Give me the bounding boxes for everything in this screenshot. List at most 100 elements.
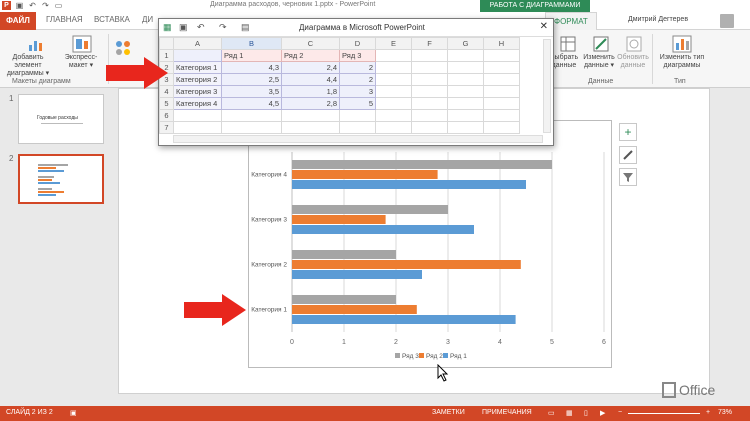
series-name-cell[interactable]: Ряд 1 [221,49,282,62]
value-cell[interactable]: 4,5 [221,97,282,110]
close-icon[interactable]: ✕ [540,21,548,32]
chart-elements-button[interactable]: + [619,123,637,141]
cell[interactable] [447,49,484,62]
comments-button[interactable]: ПРИМЕЧАНИЯ [482,409,532,416]
cell[interactable] [375,73,412,86]
redo-icon[interactable]: ↷ [219,22,227,33]
slideshow-icon[interactable]: ▶ [600,409,605,417]
cell[interactable] [447,121,484,134]
cell[interactable] [375,109,412,122]
cell-table[interactable]: A B C D E F G H 1 Ряд 1 Ряд 2 Ряд 3 2 Категория 1 4,3 2… [159,37,520,134]
horizontal-scrollbar[interactable] [173,135,543,143]
value-cell[interactable]: 5 [339,97,376,110]
powerpoint-icon[interactable]: P [2,1,11,10]
bar-chart[interactable]: 0 1 2 3 4 5 6 Категория 1 Категория 2 Категория 3… [248,120,612,368]
cell[interactable] [447,109,484,122]
cell[interactable] [375,49,412,62]
column-header[interactable]: C [281,37,340,50]
cell[interactable] [411,121,448,134]
undo-icon[interactable]: ↶ [197,22,205,33]
cell[interactable] [483,61,520,74]
column-header[interactable]: A [173,37,222,50]
value-cell[interactable]: 2 [339,61,376,74]
refresh-data-button[interactable]: Обновить данные [614,54,652,70]
value-cell[interactable]: 2,4 [281,61,340,74]
cell[interactable] [411,73,448,86]
cell[interactable] [447,61,484,74]
value-cell[interactable]: 1,8 [281,85,340,98]
cell[interactable] [411,61,448,74]
start-slideshow-icon[interactable]: ▭ [54,1,63,10]
select-all-corner[interactable] [159,37,174,50]
cell[interactable] [173,109,222,122]
category-cell[interactable]: Категория 1 [173,61,222,74]
cell[interactable] [447,97,484,110]
cell[interactable] [411,97,448,110]
cell[interactable] [281,109,340,122]
edit-data-button[interactable]: Изменить данные ▾ [580,54,618,70]
spellcheck-icon[interactable]: ▣ [70,409,77,417]
cell[interactable] [483,109,520,122]
column-header[interactable]: G [447,37,484,50]
change-colors-icon[interactable] [114,40,136,56]
vertical-scrollbar[interactable] [543,39,551,133]
notes-button[interactable]: ЗАМЕТКИ [432,409,465,416]
series-name-cell[interactable]: Ряд 3 [339,49,376,62]
change-chart-type-button[interactable]: Изменить тип диаграммы [654,54,710,70]
cell[interactable] [339,121,376,134]
column-header[interactable]: H [483,37,520,50]
series-name-cell[interactable]: Ряд 2 [281,49,340,62]
cell[interactable] [375,121,412,134]
row-header[interactable]: 5 [159,97,174,110]
cell[interactable] [173,121,222,134]
tab-insert[interactable]: ВСТАВКА [94,15,130,24]
cell[interactable] [221,121,282,134]
chart-styles-button[interactable] [619,146,637,164]
add-chart-element-button[interactable]: Добавить элемент диаграммы ▾ [4,54,52,78]
reading-view-icon[interactable]: ▯ [584,409,588,417]
undo-icon[interactable]: ↶ [28,1,37,10]
cell[interactable] [375,85,412,98]
cell[interactable] [375,61,412,74]
row-header[interactable]: 7 [159,121,174,134]
cell[interactable] [447,73,484,86]
cell[interactable] [411,49,448,62]
slide-thumbnail-2[interactable] [18,154,104,204]
zoom-in-icon[interactable]: + [706,409,710,416]
value-cell[interactable]: 2,5 [221,73,282,86]
quick-layout-button[interactable]: Экспресс-макет ▾ [56,54,106,70]
cell[interactable] [411,109,448,122]
cell[interactable] [447,85,484,98]
value-cell[interactable]: 2,8 [281,97,340,110]
avatar[interactable] [720,14,734,28]
category-cell[interactable]: Категория 4 [173,97,222,110]
cell[interactable] [483,121,520,134]
slide-thumbnail-1[interactable]: Годовые расходы [18,94,104,144]
redo-icon[interactable]: ↷ [41,1,50,10]
cell[interactable] [483,73,520,86]
column-header[interactable]: B [221,37,282,50]
tab-home[interactable]: ГЛАВНАЯ [46,15,83,24]
tab-design[interactable]: ДИ [142,15,153,24]
tab-file[interactable]: ФАЙЛ [0,12,36,30]
slide-sorter-icon[interactable]: ▦ [566,409,573,417]
spreadsheet-grid[interactable]: A B C D E F G H 1 Ряд 1 Ряд 2 Ряд 3 2 Категория 1 4,3 2… [159,37,520,134]
cell[interactable] [281,121,340,134]
category-cell[interactable]: Категория 3 [173,85,222,98]
user-name[interactable]: Дмитрий Дегтерев [628,16,688,23]
category-cell[interactable]: Категория 2 [173,73,222,86]
value-cell[interactable]: 4,4 [281,73,340,86]
cell[interactable] [339,109,376,122]
cell[interactable] [221,109,282,122]
normal-view-icon[interactable]: ▭ [548,409,555,417]
cell[interactable] [411,85,448,98]
column-header[interactable]: D [339,37,376,50]
zoom-level[interactable]: 73% [718,409,732,416]
chart-data-spreadsheet-window[interactable]: ▦ ▣ ↶ ↷ ▤ Диаграмма в Microsoft PowerPoi… [158,18,554,146]
save-icon[interactable]: ▣ [179,22,188,33]
cell[interactable] [375,97,412,110]
cell[interactable] [173,49,222,62]
edit-in-excel-icon[interactable]: ▤ [241,22,250,33]
chart-filters-button[interactable] [619,168,637,186]
column-header[interactable]: F [411,37,448,50]
